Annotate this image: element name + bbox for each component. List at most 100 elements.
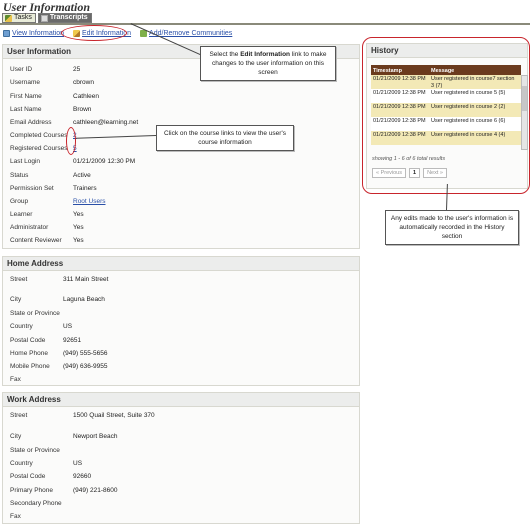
field-value: 311 Main Street bbox=[63, 276, 109, 283]
home-address-row: City Laguna Beach bbox=[3, 294, 359, 306]
home-address-row: Mobile Phone (949) 636-9955 bbox=[3, 361, 359, 373]
field-value: (949) 636-9955 bbox=[63, 363, 108, 370]
field-value: Trainers bbox=[73, 185, 97, 192]
user-info-row: Last Login 01/21/2009 12:30 PM bbox=[3, 156, 359, 168]
field-value: (949) 221-8600 bbox=[73, 487, 118, 494]
user-info-row: First Name Cathleen bbox=[3, 91, 359, 103]
course-links-highlight-ring bbox=[66, 127, 76, 155]
home-address-row: State or Province bbox=[3, 308, 359, 320]
field-label: Username bbox=[10, 79, 40, 86]
field-value: 25 bbox=[73, 66, 81, 73]
field-value: 1500 Quail Street, Suite 370 bbox=[73, 412, 155, 419]
courses-callout-text: Click on the course links to view the us… bbox=[164, 130, 286, 146]
field-label: State or Province bbox=[10, 447, 60, 454]
home-address-row: Fax bbox=[3, 374, 359, 386]
tab-transcripts[interactable]: Transcripts bbox=[37, 13, 92, 23]
field-label: Last Name bbox=[10, 106, 42, 113]
work-address-row: Country US bbox=[3, 458, 359, 470]
field-label: Fax bbox=[10, 513, 21, 520]
field-label: Completed Courses bbox=[10, 132, 68, 139]
home-address-row: Home Phone (949) 555-5656 bbox=[3, 348, 359, 360]
field-label: City bbox=[10, 433, 22, 440]
field-value: 92660 bbox=[73, 473, 92, 480]
field-value: US bbox=[63, 323, 73, 330]
field-value: US bbox=[73, 460, 83, 467]
field-label: Status bbox=[10, 172, 29, 179]
field-label: Administrator bbox=[10, 224, 49, 231]
history-callout: Any edits made to the user's information… bbox=[385, 210, 519, 245]
home-address-panel: Home Address Street 311 Main Street City La… bbox=[2, 256, 360, 386]
course-links-callout: Click on the course links to view the us… bbox=[156, 125, 294, 151]
field-value: Newport Beach bbox=[73, 433, 118, 440]
view-icon bbox=[3, 29, 10, 37]
field-value: Yes bbox=[73, 224, 84, 231]
field-label: Permission Set bbox=[10, 185, 54, 192]
field-value: Yes bbox=[73, 237, 84, 244]
user-info-row: Last Name Brown bbox=[3, 104, 359, 116]
field-value: Active bbox=[73, 172, 91, 179]
home-address-row: Country US bbox=[3, 321, 359, 333]
work-address-row: City Newport Beach bbox=[3, 431, 359, 443]
field-label: Postal Code bbox=[10, 337, 46, 344]
field-label: Country bbox=[10, 323, 33, 330]
field-value: Laguna Beach bbox=[63, 296, 105, 303]
transcripts-icon bbox=[40, 14, 48, 22]
field-label: Country bbox=[10, 460, 33, 467]
work-address-heading: Work Address bbox=[3, 393, 359, 407]
field-value: cbrown bbox=[73, 79, 94, 86]
history-callout-connector bbox=[446, 184, 448, 211]
field-value: Brown bbox=[73, 106, 92, 113]
field-label: State or Province bbox=[10, 310, 60, 317]
work-address-row: Primary Phone (949) 221-8600 bbox=[3, 485, 359, 497]
tasks-icon bbox=[5, 14, 12, 22]
user-info-row: Learner Yes bbox=[3, 209, 359, 221]
field-label: Last Login bbox=[10, 158, 40, 165]
user-info-row: Administrator Yes bbox=[3, 222, 359, 234]
field-label: City bbox=[10, 296, 22, 303]
work-address-row: Postal Code 92660 bbox=[3, 471, 359, 483]
field-label: Mobile Phone bbox=[10, 363, 50, 370]
field-label: Fax bbox=[10, 376, 21, 383]
field-label: Street bbox=[10, 412, 28, 419]
field-value: cathleen@learning.net bbox=[73, 119, 139, 126]
tab-underline bbox=[0, 23, 530, 25]
field-label: Learner bbox=[10, 211, 33, 218]
work-address-row: State or Province bbox=[3, 445, 359, 457]
work-address-row: Secondary Phone bbox=[3, 498, 359, 510]
field-label: Primary Phone bbox=[10, 487, 53, 494]
add-remove-communities-label: Add/Remove Communities bbox=[149, 29, 233, 37]
user-info-row: Group Root Users bbox=[3, 196, 359, 208]
field-label: Secondary Phone bbox=[10, 500, 62, 507]
history-callout-text: Any edits made to the user's information… bbox=[390, 215, 514, 240]
field-value-link[interactable]: Root Users bbox=[73, 196, 106, 208]
field-value: Cathleen bbox=[73, 93, 100, 100]
field-label: Postal Code bbox=[10, 473, 46, 480]
edit-callout-pre: Select the bbox=[209, 51, 241, 58]
tab-bar: Tasks Transcripts bbox=[2, 13, 92, 23]
field-value: 92651 bbox=[63, 337, 82, 344]
history-highlight-ring bbox=[362, 37, 530, 194]
tab-tasks-label: Tasks bbox=[14, 14, 32, 21]
field-label: First Name bbox=[10, 93, 42, 100]
view-information-label: View Information bbox=[12, 29, 65, 37]
work-address-row: Street 1500 Quail Street, Suite 370 bbox=[3, 410, 359, 422]
work-address-panel: Work Address Street 1500 Quail Street, Su… bbox=[2, 392, 360, 524]
field-value: 01/21/2009 12:30 PM bbox=[73, 158, 136, 165]
edit-highlight-ring bbox=[61, 25, 127, 41]
tab-transcripts-label: Transcripts bbox=[49, 14, 88, 21]
field-value: (949) 555-5656 bbox=[63, 350, 108, 357]
view-information-link[interactable]: View Information bbox=[3, 28, 64, 38]
edit-callout-bold: Edit Information bbox=[240, 51, 291, 58]
tab-tasks[interactable]: Tasks bbox=[2, 13, 36, 23]
field-label: Group bbox=[10, 198, 29, 205]
user-info-row: Permission Set Trainers bbox=[3, 183, 359, 195]
home-address-row: Street 311 Main Street bbox=[3, 274, 359, 286]
home-address-row: Postal Code 92651 bbox=[3, 335, 359, 347]
user-info-row: Content Reviewer Yes bbox=[3, 235, 359, 247]
field-label: Street bbox=[10, 276, 28, 283]
home-address-heading: Home Address bbox=[3, 257, 359, 271]
work-address-row: Fax bbox=[3, 511, 359, 523]
field-label: User ID bbox=[10, 66, 33, 73]
edit-information-callout: Select the Edit Information link to make… bbox=[200, 46, 336, 81]
field-label: Registered Courses bbox=[10, 145, 68, 152]
